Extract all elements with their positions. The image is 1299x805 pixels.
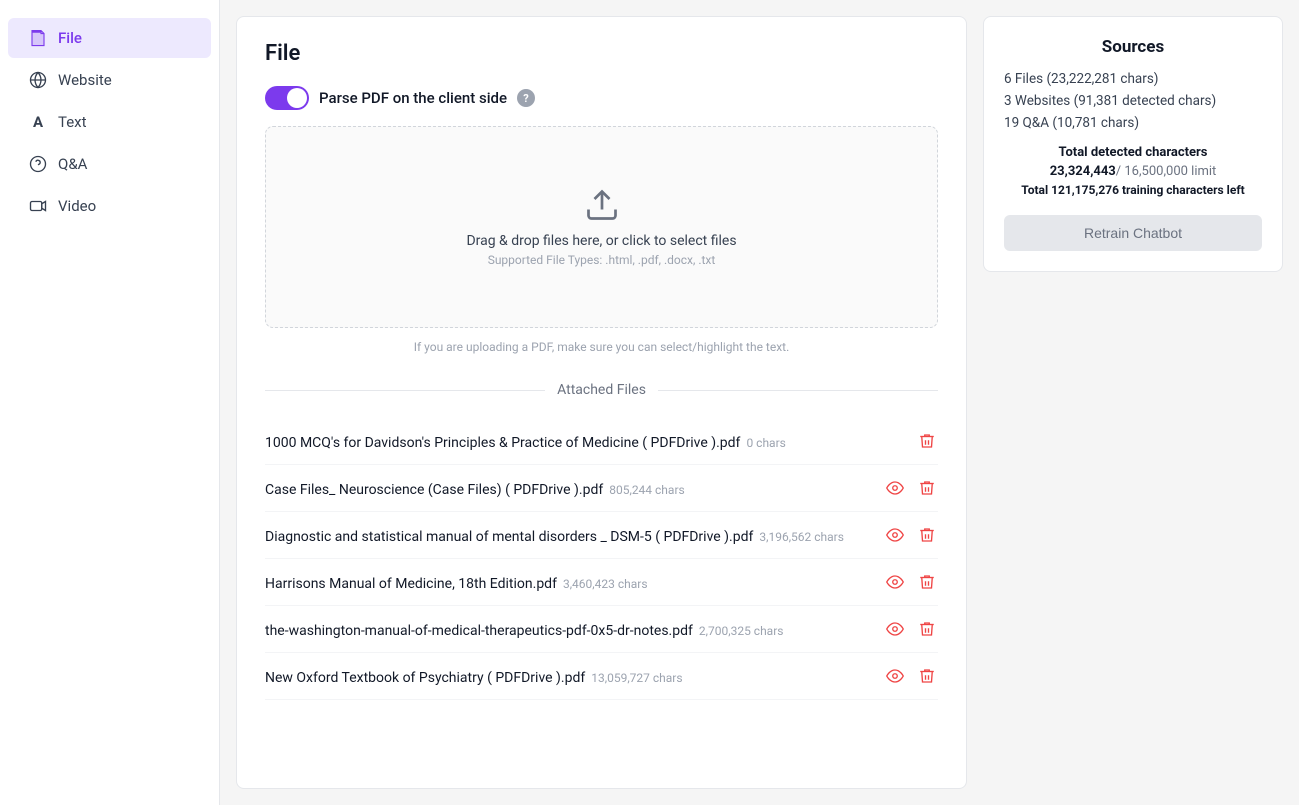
preview-button[interactable] [884, 477, 906, 499]
upload-icon [584, 187, 620, 223]
sources-total-value: 23,324,443/ 16,500,000 limit [1004, 164, 1262, 179]
sources-stat-qa: 19 Q&A (10,781 chars) [1004, 115, 1262, 131]
file-drop-zone[interactable]: Drag & drop files here, or click to sele… [265, 126, 938, 328]
toggle-label: Parse PDF on the client side [319, 89, 507, 107]
delete-button[interactable] [916, 477, 938, 499]
delete-button[interactable] [916, 524, 938, 546]
file-chars: 3,460,423 chars [563, 577, 648, 591]
sources-stat-websites: 3 Websites (91,381 detected chars) [1004, 93, 1262, 109]
delete-button[interactable] [916, 618, 938, 640]
help-icon[interactable]: ? [517, 89, 535, 107]
file-icon [28, 28, 48, 48]
sidebar-item-file-label: File [58, 29, 82, 47]
sidebar-item-text[interactable]: A Text [8, 102, 211, 142]
sources-training-left: Total 121,175,276 training characters le… [1004, 183, 1262, 197]
attached-files-divider: Attached Files [265, 382, 938, 398]
sidebar-item-qa-label: Q&A [58, 155, 87, 173]
attached-files-label: Attached Files [557, 382, 646, 398]
sidebar: File Website A Text Q&A Video [0, 0, 220, 805]
file-name: 1000 MCQ's for Davidson's Principles & P… [265, 435, 786, 451]
preview-button[interactable] [884, 571, 906, 593]
parse-pdf-toggle[interactable] [265, 86, 309, 110]
table-row: 1000 MCQ's for Davidson's Principles & P… [265, 418, 938, 465]
file-name: Harrisons Manual of Medicine, 18th Editi… [265, 576, 648, 592]
table-row: New Oxford Textbook of Psychiatry ( PDFD… [265, 653, 938, 700]
file-name: Diagnostic and statistical manual of men… [265, 529, 844, 545]
file-info: Diagnostic and statistical manual of men… [265, 526, 872, 545]
drop-zone-main-text: Drag & drop files here, or click to sele… [466, 233, 736, 249]
table-row: the-washington-manual-of-medical-therape… [265, 606, 938, 653]
file-chars: 3,196,562 chars [759, 530, 844, 544]
sidebar-item-text-label: Text [58, 113, 87, 131]
sidebar-item-qa[interactable]: Q&A [8, 144, 211, 184]
main-content: File Parse PDF on the client side ? Drag… [236, 16, 967, 789]
toggle-row: Parse PDF on the client side ? [265, 86, 938, 110]
retrain-chatbot-button[interactable]: Retrain Chatbot [1004, 215, 1262, 251]
qa-icon [28, 154, 48, 174]
drop-zone-sub-text: Supported File Types: .html, .pdf, .docx… [488, 253, 716, 267]
sources-title: Sources [1004, 37, 1262, 57]
file-chars: 2,700,325 chars [699, 624, 784, 638]
delete-button[interactable] [916, 665, 938, 687]
file-info: the-washington-manual-of-medical-therape… [265, 620, 872, 639]
table-row: Case Files_ Neuroscience (Case Files) ( … [265, 465, 938, 512]
file-actions [884, 665, 938, 687]
file-list: 1000 MCQ's for Davidson's Principles & P… [265, 418, 938, 700]
preview-button[interactable] [884, 524, 906, 546]
delete-button[interactable] [916, 571, 938, 593]
file-info: 1000 MCQ's for Davidson's Principles & P… [265, 432, 904, 451]
file-actions [884, 571, 938, 593]
file-info: Case Files_ Neuroscience (Case Files) ( … [265, 479, 872, 498]
sources-total-label: Total detected characters [1004, 145, 1262, 160]
file-actions [884, 618, 938, 640]
page-title: File [265, 41, 938, 66]
sidebar-item-website[interactable]: Website [8, 60, 211, 100]
text-icon: A [28, 112, 48, 132]
video-icon [28, 196, 48, 216]
file-name: the-washington-manual-of-medical-therape… [265, 623, 783, 639]
sidebar-item-video-label: Video [58, 197, 96, 215]
sidebar-item-file[interactable]: File [8, 18, 211, 58]
preview-button[interactable] [884, 618, 906, 640]
sources-total: Total detected characters 23,324,443/ 16… [1004, 145, 1262, 197]
pdf-note: If you are uploading a PDF, make sure yo… [265, 340, 938, 354]
table-row: Harrisons Manual of Medicine, 18th Editi… [265, 559, 938, 606]
file-info: Harrisons Manual of Medicine, 18th Editi… [265, 573, 872, 592]
globe-icon [28, 70, 48, 90]
sidebar-item-video[interactable]: Video [8, 186, 211, 226]
preview-button[interactable] [884, 665, 906, 687]
sources-stat-files: 6 Files (23,222,281 chars) [1004, 71, 1262, 87]
sources-panel: Sources 6 Files (23,222,281 chars) 3 Web… [983, 16, 1283, 272]
file-actions [916, 430, 938, 452]
file-actions [884, 477, 938, 499]
sources-limit: / 16,500,000 limit [1116, 164, 1217, 179]
file-actions [884, 524, 938, 546]
file-name: Case Files_ Neuroscience (Case Files) ( … [265, 482, 685, 498]
file-chars: 805,244 chars [609, 483, 684, 497]
file-chars: 13,059,727 chars [591, 671, 682, 685]
file-info: New Oxford Textbook of Psychiatry ( PDFD… [265, 667, 872, 686]
file-chars: 0 chars [746, 436, 785, 450]
sidebar-item-website-label: Website [58, 71, 112, 89]
delete-button[interactable] [916, 430, 938, 452]
table-row: Diagnostic and statistical manual of men… [265, 512, 938, 559]
file-name: New Oxford Textbook of Psychiatry ( PDFD… [265, 670, 683, 686]
